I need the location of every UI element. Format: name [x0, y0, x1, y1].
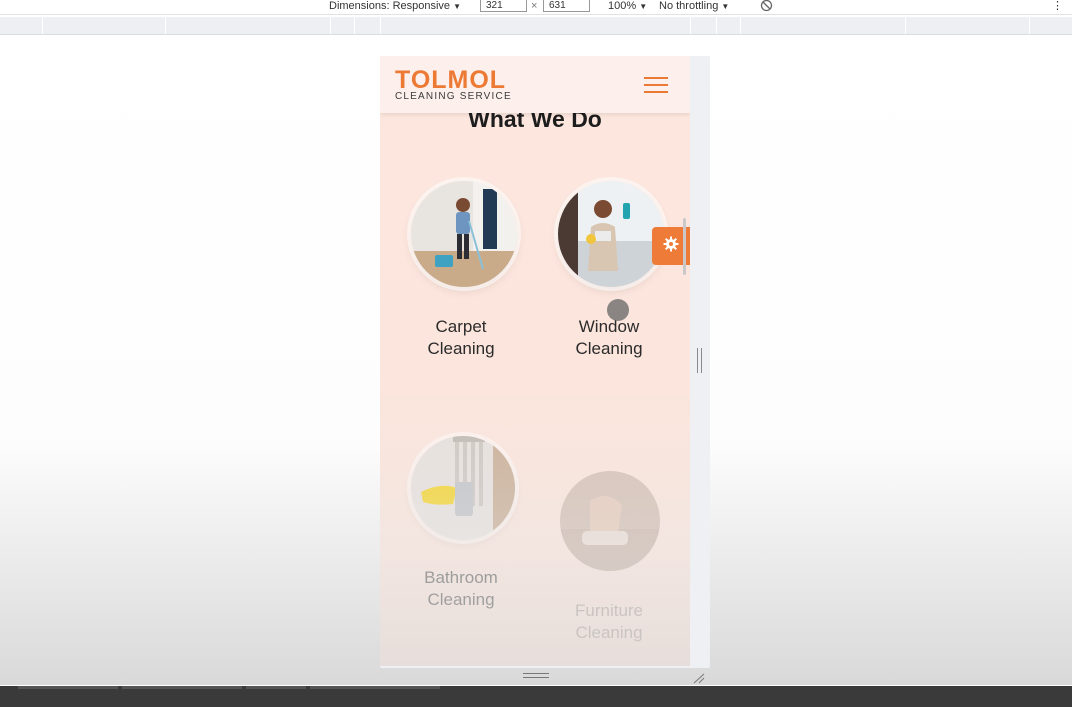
service-label-line2: Cleaning [575, 623, 643, 642]
zoom-label: 100% [608, 0, 637, 12]
scrollbar-thumb[interactable] [683, 218, 686, 275]
service-card-carpet[interactable]: Carpet Cleaning [386, 181, 536, 371]
service-label-furniture: Furniture Cleaning [534, 600, 684, 644]
furniture-cleaning-photo [560, 471, 660, 571]
throttling-label: No throttling [659, 0, 719, 12]
logo-title[interactable]: TOLMOL [395, 67, 506, 93]
service-label-line1: Bathroom [424, 568, 498, 587]
rotate-icon[interactable] [760, 0, 773, 15]
height-input[interactable]: 631 [543, 0, 590, 12]
more-menu-icon[interactable]: ⋮ [1052, 0, 1063, 12]
resize-handle-right[interactable] [697, 348, 702, 373]
resize-handle-bottom[interactable] [523, 673, 549, 678]
bottom-status-strip [0, 686, 1072, 707]
service-label-line2: Cleaning [427, 339, 495, 358]
service-label-line1: Window [578, 317, 640, 336]
service-label-bathroom: Bathroom Cleaning [386, 567, 536, 611]
width-input[interactable]: 321 [480, 0, 527, 12]
logo-subtitle: CLEANING SERVICE [395, 91, 512, 102]
service-label-line2: Cleaning [427, 590, 495, 609]
service-card-window[interactable]: Window Cleaning [534, 181, 684, 371]
service-label-line2: Cleaning [575, 339, 643, 358]
mobile-viewport: TOLMOL CLEANING SERVICE What We Do Carpe… [380, 56, 690, 666]
service-label-line1: Carpet [435, 317, 487, 336]
touch-cursor-indicator [607, 299, 629, 321]
device-toolbar: Dimensions: Responsive ▼ 321 × 631 100% … [0, 0, 1072, 15]
zoom-dropdown[interactable]: 100% ▼ [608, 0, 647, 13]
resize-corner-icon[interactable] [692, 669, 706, 684]
site-header: TOLMOL CLEANING SERVICE [380, 56, 690, 113]
throttling-dropdown[interactable]: No throttling ▼ [659, 0, 729, 13]
service-card-furniture[interactable]: Furniture Cleaning [534, 471, 684, 661]
times-separator: × [531, 0, 538, 12]
hamburger-menu-icon[interactable] [644, 77, 668, 94]
chevron-down-icon: ▼ [721, 2, 730, 11]
carpet-cleaning-photo [411, 181, 517, 287]
gear-icon [663, 236, 679, 256]
service-label-carpet: Carpet Cleaning [386, 316, 536, 360]
service-label-line1: Furniture [574, 601, 644, 620]
bathroom-cleaning-photo [411, 436, 515, 540]
media-query-ruler[interactable] [0, 17, 1072, 35]
window-cleaning-photo [558, 181, 664, 287]
dimensions-label: Dimensions: Responsive [329, 0, 451, 12]
chevron-down-icon: ▼ [453, 2, 462, 11]
chevron-down-icon: ▼ [639, 2, 648, 11]
dimensions-dropdown[interactable]: Dimensions: Responsive ▼ [329, 0, 461, 13]
service-label-window: Window Cleaning [534, 316, 684, 360]
service-card-bathroom[interactable]: Bathroom Cleaning [386, 436, 536, 626]
